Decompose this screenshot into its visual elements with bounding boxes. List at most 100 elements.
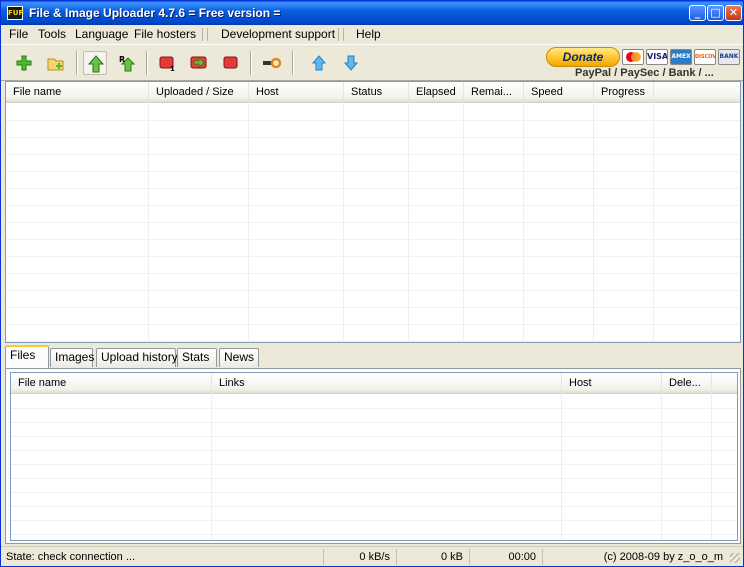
status-state: State: check connection ... bbox=[6, 549, 324, 565]
upload-remote-button[interactable]: R bbox=[115, 51, 139, 75]
col-progress[interactable]: Progress bbox=[594, 82, 654, 103]
arrow-down-icon bbox=[343, 55, 359, 71]
stop-all-button[interactable] bbox=[219, 51, 243, 75]
status-time: 00:00 bbox=[473, 549, 543, 565]
add-folder-button[interactable] bbox=[44, 51, 68, 75]
arrow-up-icon bbox=[311, 55, 327, 71]
row-gridline bbox=[11, 464, 737, 465]
col-remaining[interactable]: Remai... bbox=[464, 82, 524, 103]
menu-development-support[interactable]: Development support bbox=[221, 27, 335, 42]
toolbar-separator bbox=[76, 51, 78, 75]
row-gridline bbox=[6, 307, 740, 308]
files-list[interactable]: File name Links Host Dele... bbox=[10, 372, 738, 541]
files-list-header: File name Links Host Dele... bbox=[11, 373, 737, 394]
col-file-name[interactable]: File name bbox=[11, 373, 212, 394]
row-gridline bbox=[6, 120, 740, 121]
upload-button[interactable] bbox=[83, 51, 107, 75]
files-list-body bbox=[11, 394, 737, 540]
col-status[interactable]: Status bbox=[344, 82, 409, 103]
discover-icon: DISCOVER bbox=[694, 49, 716, 65]
row-gridline bbox=[6, 154, 740, 155]
visa-icon: VISA bbox=[646, 49, 668, 65]
key-icon bbox=[263, 57, 282, 69]
col-elapsed[interactable]: Elapsed bbox=[409, 82, 464, 103]
move-up-button[interactable] bbox=[307, 51, 331, 75]
row-gridline bbox=[11, 408, 737, 409]
menu-file-hosters[interactable]: File hosters bbox=[134, 27, 196, 42]
maximize-button[interactable]: □ bbox=[707, 5, 724, 21]
row-gridline bbox=[6, 205, 740, 206]
skip-button[interactable] bbox=[187, 51, 211, 75]
skip-arrow-icon bbox=[190, 56, 207, 69]
tab-upload-history[interactable]: Upload history bbox=[96, 348, 178, 367]
move-down-button[interactable] bbox=[339, 51, 363, 75]
upload-list-header: File name Uploaded / Size Host Status El… bbox=[6, 82, 740, 103]
menu-tools[interactable]: Tools bbox=[38, 27, 66, 42]
folder-add-icon bbox=[47, 58, 64, 71]
col-uploaded-size[interactable]: Uploaded / Size bbox=[149, 82, 249, 103]
col-speed[interactable]: Speed bbox=[524, 82, 594, 103]
row-gridline bbox=[6, 239, 740, 240]
title-bar[interactable]: FUP File & Image Uploader 4.7.6 = Free v… bbox=[1, 1, 743, 25]
minimize-button[interactable]: _ bbox=[689, 5, 706, 21]
col-delete[interactable]: Dele... bbox=[662, 373, 712, 394]
row-gridline bbox=[11, 422, 737, 423]
status-speed: 0 kB/s bbox=[327, 549, 397, 565]
resize-grip[interactable] bbox=[730, 553, 740, 563]
col-links[interactable]: Links bbox=[212, 373, 562, 394]
svg-text:R: R bbox=[119, 55, 125, 64]
column-divider bbox=[711, 394, 712, 540]
donate-button[interactable]: Donate bbox=[546, 47, 620, 67]
menu-separator bbox=[338, 28, 344, 41]
menu-file[interactable]: File bbox=[9, 27, 28, 42]
toolbar-separator bbox=[292, 51, 294, 75]
status-copyright: (c) 2008-09 by z_o_o_m bbox=[603, 551, 723, 563]
menu-bar: File Tools Language File hosters Develop… bbox=[1, 25, 743, 44]
column-divider bbox=[561, 394, 562, 540]
menu-language[interactable]: Language bbox=[75, 27, 128, 42]
tab-stats[interactable]: Stats bbox=[177, 348, 217, 367]
row-gridline bbox=[11, 506, 737, 507]
tab-panel-files: File name Links Host Dele... bbox=[5, 368, 741, 544]
row-gridline bbox=[11, 436, 737, 437]
row-gridline bbox=[6, 188, 740, 189]
menu-help[interactable]: Help bbox=[356, 27, 381, 42]
menu-separator bbox=[202, 28, 208, 41]
plus-icon bbox=[16, 55, 32, 71]
row-gridline bbox=[11, 492, 737, 493]
row-gridline bbox=[11, 478, 737, 479]
tab-news[interactable]: News bbox=[219, 348, 259, 367]
settings-button[interactable] bbox=[259, 51, 283, 75]
app-icon: FUP bbox=[7, 6, 24, 20]
row-gridline bbox=[6, 137, 740, 138]
column-divider bbox=[211, 394, 212, 540]
upload-list[interactable]: File name Uploaded / Size Host Status El… bbox=[5, 81, 741, 343]
close-button[interactable]: ✕ bbox=[725, 5, 742, 21]
row-gridline bbox=[6, 290, 740, 291]
row-gridline bbox=[11, 534, 737, 535]
stop-one-button[interactable]: 1 bbox=[155, 51, 179, 75]
status-bar: State: check connection ... 0 kB/s 0 kB … bbox=[1, 546, 743, 566]
stop-icon bbox=[223, 56, 238, 69]
tab-files[interactable]: Files bbox=[5, 345, 49, 368]
payment-methods-text: PayPal / PaySec / Bank / ... bbox=[575, 67, 714, 79]
tab-images[interactable]: Images bbox=[50, 348, 94, 367]
col-file-name[interactable]: File name bbox=[6, 82, 149, 103]
add-files-button[interactable] bbox=[12, 51, 36, 75]
upload-arrow-icon bbox=[87, 55, 105, 73]
status-size: 0 kB bbox=[400, 549, 470, 565]
mastercard-icon bbox=[622, 49, 644, 65]
window-title: File & Image Uploader 4.7.6 = Free versi… bbox=[29, 6, 281, 20]
application-window: FUP File & Image Uploader 4.7.6 = Free v… bbox=[0, 0, 744, 567]
row-gridline bbox=[6, 273, 740, 274]
col-host[interactable]: Host bbox=[249, 82, 344, 103]
svg-text:1: 1 bbox=[170, 65, 175, 72]
column-divider bbox=[661, 394, 662, 540]
upload-list-body bbox=[6, 103, 740, 342]
col-host[interactable]: Host bbox=[562, 373, 662, 394]
stop-one-icon: 1 bbox=[159, 56, 175, 72]
row-gridline bbox=[6, 222, 740, 223]
row-gridline bbox=[6, 324, 740, 325]
bank-icon: BANK bbox=[718, 49, 740, 65]
row-gridline bbox=[11, 520, 737, 521]
